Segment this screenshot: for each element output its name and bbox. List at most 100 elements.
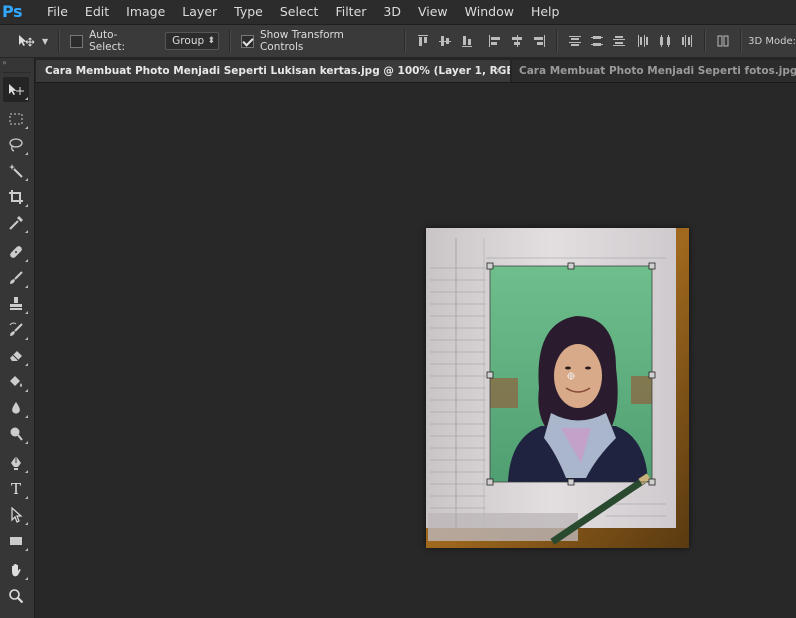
eyedropper-icon [9,215,23,230]
tool-flyout-indicator [25,548,28,551]
divider [704,30,707,52]
zoom-tool[interactable] [3,583,29,608]
menu-3d[interactable]: 3D [376,0,411,24]
divider [556,30,559,52]
tool-flyout-indicator [25,285,28,288]
pen-icon [11,455,21,470]
document-tab-inactive[interactable]: Cara Membuat Photo Menjadi Seperti fotos… [512,60,796,82]
clone-stamp-tool[interactable] [3,291,29,316]
menu-layer[interactable]: Layer [175,0,227,24]
distribute-bottom-edges-icon[interactable] [612,34,626,48]
eyedropper-tool[interactable] [3,210,29,235]
tool-flyout-indicator [25,230,28,233]
distribute-horizontal-centers-icon[interactable] [658,34,672,48]
tool-flyout-indicator [25,337,28,340]
paint-bucket-tool[interactable] [3,369,29,394]
close-icon[interactable]: × [494,60,503,82]
brush-icon [10,270,23,284]
tool-flyout-indicator [25,97,28,100]
tool-flyout-indicator [25,311,28,314]
menu-edit[interactable]: Edit [78,0,119,24]
distribute-vertical-centers-icon[interactable] [590,34,604,48]
marquee-icon [9,113,23,124]
zoom-icon [9,588,24,603]
options-bar: ▼ Auto-Select: Group Show Transform Cont… [0,25,796,58]
tool-flyout-indicator [25,259,28,262]
document-image [426,228,689,548]
type-tool[interactable]: T [3,476,29,501]
tool-preset-picker[interactable]: ▼ [16,33,48,49]
move-tool[interactable] [3,77,29,102]
auto-align-layers-icon[interactable] [716,34,730,48]
hand-tool[interactable] [3,557,29,582]
tool-flyout-indicator [25,152,28,155]
align-bottom-edges-icon[interactable] [460,34,474,48]
align-horizontal-centers-icon[interactable] [510,34,524,48]
history-brush-icon [9,322,23,336]
align-vertical-centers-icon[interactable] [438,34,452,48]
dodge-icon [10,427,23,441]
rectangle-tool[interactable] [3,528,29,553]
align-right-edges-icon[interactable] [532,34,546,48]
divider [740,30,743,52]
magic-wand-tool[interactable] [3,158,29,183]
paint-bucket-icon [10,375,22,387]
path-selection-tool[interactable] [3,502,29,527]
menu-type[interactable]: Type [227,0,273,24]
tool-flyout-indicator [25,441,28,444]
menu-filter[interactable]: Filter [328,0,376,24]
auto-select-target-select[interactable]: Group [165,32,219,50]
tool-flyout-indicator [25,415,28,418]
move-tool-icon [19,35,35,47]
bandage-icon [10,245,22,258]
eraser-tool[interactable] [3,343,29,368]
tool-flyout-indicator [25,178,28,181]
stamp-icon [10,296,22,310]
tool-flyout-indicator [25,126,28,129]
3d-mode-label: 3D Mode: [748,35,796,47]
drop-icon [12,401,20,414]
distribute-right-edges-icon[interactable] [680,34,694,48]
align-left-edges-icon[interactable] [488,34,502,48]
menu-help[interactable]: Help [524,0,570,24]
show-transform-label: Show Transform Controls [259,29,344,53]
menu-window[interactable]: Window [458,0,524,24]
tool-flyout-indicator [25,496,28,499]
distribute-left-edges-icon[interactable] [636,34,650,48]
history-brush-tool[interactable] [3,317,29,342]
hand-icon [12,563,21,576]
menu-file[interactable]: File [40,0,78,24]
menu-bar: Ps File Edit Image Layer Type Select Fil… [0,0,796,25]
blur-tool[interactable] [3,395,29,420]
panel-collapse-icon[interactable]: » [0,58,34,68]
crop-tool[interactable] [3,184,29,209]
menu-select[interactable]: Select [273,0,329,24]
tool-flyout-indicator [25,363,28,366]
auto-select-checkbox[interactable] [70,34,84,48]
show-transform-checkbox[interactable] [241,34,254,48]
tools-panel: » T [0,58,35,618]
tool-flyout-indicator [25,389,28,392]
lasso-tool[interactable] [3,132,29,157]
chevron-down-icon: ▼ [42,36,49,46]
brush-tool[interactable] [3,265,29,290]
move-tool-icon [9,83,24,95]
document-canvas[interactable] [426,228,689,548]
pen-tool[interactable] [3,450,29,475]
type-icon: T [10,479,21,498]
tool-flyout-indicator [25,522,28,525]
align-top-edges-icon[interactable] [416,34,430,48]
dodge-tool[interactable] [3,421,29,446]
app-logo: Ps [2,2,22,21]
tool-flyout-indicator [25,577,28,580]
menu-view[interactable]: View [411,0,458,24]
marquee-tool[interactable] [3,106,29,131]
document-tab-active[interactable]: Cara Membuat Photo Menjadi Seperti Lukis… [36,60,510,82]
divider [3,68,31,73]
lasso-icon [9,137,23,152]
magic-wand-icon [9,163,23,178]
menu-image[interactable]: Image [119,0,175,24]
distribute-top-edges-icon[interactable] [568,34,582,48]
document-tab-title: Cara Membuat Photo Menjadi Seperti Lukis… [45,65,510,77]
healing-brush-tool[interactable] [3,239,29,264]
